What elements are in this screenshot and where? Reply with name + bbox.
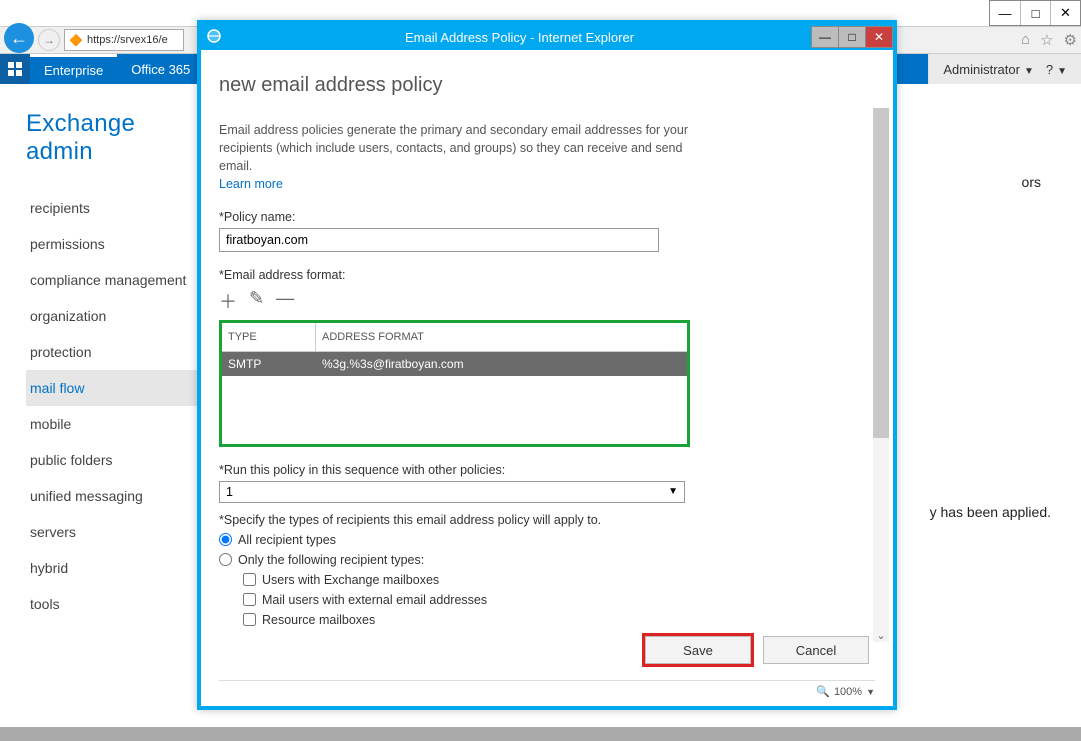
modal-button-bar: Save Cancel [645,636,869,664]
nav-hybrid[interactable]: hybrid [26,550,200,586]
os-minimize-button[interactable]: — [990,1,1020,25]
nav-mail-flow[interactable]: mail flow [26,370,200,406]
modal-scrollbar[interactable]: ⌃ ⌄ [873,108,889,642]
modal-title-text: Email Address Policy - Internet Explorer [227,30,812,45]
modal-minimize-button[interactable]: — [811,26,839,48]
nav-recipients[interactable]: recipients [26,190,200,226]
radio-only[interactable] [219,553,232,566]
obscured-text-1: ors [1022,174,1041,190]
zoom-icon: 🔍 [816,685,830,698]
modal-body: new email address policy Email address p… [201,50,893,706]
sequence-select[interactable]: 1 ▼ [219,481,685,503]
format-grid: TYPE ADDRESS FORMAT SMTP %3g.%3s@firatbo… [219,320,690,447]
radio-only-row[interactable]: Only the following recipient types: [219,553,879,567]
nav-compliance-management[interactable]: compliance management [26,262,200,298]
nav-servers[interactable]: servers [26,514,200,550]
chevron-down-icon: ▼ [866,687,875,697]
home-icon[interactable]: ⌂ [1021,31,1030,49]
radio-all[interactable] [219,533,232,546]
modal-window-buttons: — □ ✕ [812,26,893,48]
chk-users-row[interactable]: Users with Exchange mailboxes [243,573,879,587]
modal-titlebar: Email Address Policy - Internet Explorer… [201,24,893,50]
nav-protection[interactable]: protection [26,334,200,370]
current-user-label: Administrator [943,62,1020,77]
radio-only-label: Only the following recipient types: [238,553,424,567]
obscured-text-2: y has been applied. [930,504,1051,520]
browser-back-button[interactable]: ← [4,23,34,53]
chk-users-label: Users with Exchange mailboxes [262,573,439,587]
os-close-button[interactable]: ✕ [1050,1,1080,25]
col-address-format: ADDRESS FORMAT [316,323,687,351]
nav-organization[interactable]: organization [26,298,200,334]
chk-users[interactable] [243,573,256,586]
scroll-thumb[interactable] [873,108,889,438]
policy-name-label: *Policy name: [219,210,879,224]
email-format-label: *Email address format: [219,268,879,282]
chk-mailusers-row[interactable]: Mail users with external email addresses [243,593,879,607]
zoom-status[interactable]: 🔍 100% ▼ [219,680,875,698]
nav-unified-messaging[interactable]: unified messaging [26,478,200,514]
os-maximize-button[interactable]: □ [1020,1,1050,25]
nav-tools[interactable]: tools [26,586,200,622]
current-user-menu[interactable]: Administrator ▼ [943,62,1033,77]
product-logo-icon [0,54,30,84]
radio-all-label: All recipient types [238,533,336,547]
gear-icon[interactable]: ⚙ [1064,31,1077,49]
nav-public-folders[interactable]: public folders [26,442,200,478]
grid-row[interactable]: SMTP %3g.%3s@firatboyan.com [222,352,687,376]
window-bottom-strip [0,727,1081,741]
add-icon[interactable]: ＋ [219,288,237,314]
radio-all-row[interactable]: All recipient types [219,533,879,547]
scroll-down-icon[interactable]: ⌄ [873,629,889,642]
os-window-controls: — □ ✕ [989,0,1081,26]
page-title: Exchange admin [26,110,200,166]
delete-icon[interactable]: — [276,288,294,314]
cancel-button[interactable]: Cancel [763,636,869,664]
modal-close-button[interactable]: ✕ [865,26,893,48]
help-label: ? [1046,62,1053,77]
chevron-down-icon: ▼ [668,486,678,497]
policy-name-input[interactable] [219,228,659,252]
browser-forward-button[interactable]: → [38,29,60,51]
zoom-value: 100% [834,686,862,698]
chk-resource[interactable] [243,613,256,626]
help-menu[interactable]: ?▼ [1046,62,1067,77]
chk-mailusers[interactable] [243,593,256,606]
ie-icon [201,29,227,46]
browser-url-field[interactable]: 🔶 https://srvex16/e [64,29,184,51]
tab-enterprise[interactable]: Enterprise [30,54,117,84]
modal-heading: new email address policy [219,74,879,97]
browser-right-icons: ⌂ ☆ ⚙ [1021,31,1077,49]
sequence-value: 1 [226,485,233,499]
save-button[interactable]: Save [645,636,751,664]
modal-description: Email address policies generate the prim… [219,121,719,194]
chevron-down-icon: ▼ [1057,66,1067,77]
sequence-label: *Run this policy in this sequence with o… [219,463,879,477]
eac-sidebar: Exchange admin recipients permissions co… [0,84,200,727]
chevron-down-icon: ▼ [1024,66,1034,77]
apply-to-label: *Specify the types of recipients this em… [219,513,879,527]
cell-type: SMTP [222,357,316,371]
learn-more-link[interactable]: Learn more [219,177,283,191]
grid-header: TYPE ADDRESS FORMAT [222,323,687,352]
tab-office365[interactable]: Office 365 [117,54,204,84]
modal-description-text: Email address policies generate the prim… [219,123,688,173]
cell-format: %3g.%3s@firatboyan.com [316,357,687,371]
favicon-icon: 🔶 [69,33,83,47]
star-icon[interactable]: ☆ [1040,31,1053,49]
chk-resource-label: Resource mailboxes [262,613,375,627]
chk-resource-row[interactable]: Resource mailboxes [243,613,879,627]
col-type: TYPE [222,323,316,351]
chk-mailusers-label: Mail users with external email addresses [262,593,487,607]
eac-topbar-right: Administrator▼ ?▼ [928,54,1081,84]
format-toolbar: ＋ ✎ — [219,288,879,314]
modal-window: Email Address Policy - Internet Explorer… [197,20,897,710]
nav-permissions[interactable]: permissions [26,226,200,262]
modal-maximize-button[interactable]: □ [838,26,866,48]
browser-url-text: https://srvex16/e [87,34,168,46]
nav-mobile[interactable]: mobile [26,406,200,442]
grid-empty-area [222,376,687,444]
edit-icon[interactable]: ✎ [249,288,264,314]
eac-nav: recipients permissions compliance manage… [26,190,200,622]
